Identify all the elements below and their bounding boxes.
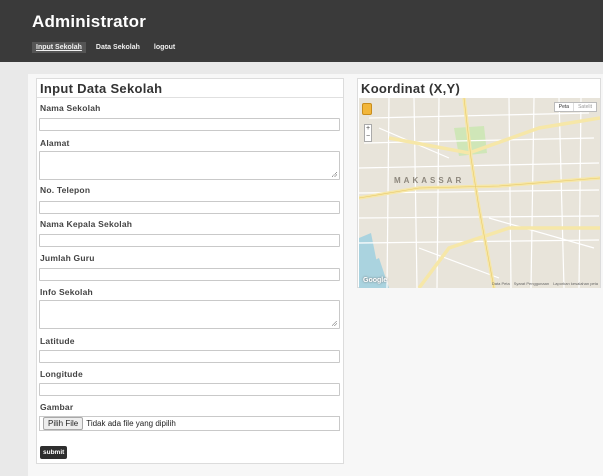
- nama-kepala-input[interactable]: [39, 234, 340, 247]
- zoom-control[interactable]: + −: [364, 124, 372, 142]
- google-logo: Google: [363, 277, 388, 284]
- map-tiles: [359, 98, 600, 288]
- main-nav: Input Sekolah Data Sekolah logout: [32, 42, 179, 53]
- zoom-in-button[interactable]: +: [365, 125, 371, 133]
- jumlah-guru-input[interactable]: [39, 268, 340, 281]
- form-panel: Input Data Sekolah Nama Sekolah Alamat N…: [36, 78, 344, 464]
- map-type-peta[interactable]: Peta: [555, 103, 573, 111]
- no-telepon-input[interactable]: [39, 201, 340, 214]
- label-nama-kepala: Nama Kepala Sekolah: [40, 219, 133, 229]
- label-info-sekolah: Info Sekolah: [40, 287, 93, 297]
- nav-input-sekolah[interactable]: Input Sekolah: [32, 42, 86, 53]
- choose-file-button[interactable]: Pilih File: [43, 417, 84, 430]
- map-view[interactable]: MAKASSAR + − Peta Satelit Google Data Pe…: [359, 98, 600, 288]
- form-title: Input Data Sekolah: [40, 81, 163, 96]
- gambar-file-input[interactable]: Pilih File Tidak ada file yang dipilih: [39, 416, 340, 431]
- latitude-input[interactable]: [39, 350, 340, 363]
- submit-button[interactable]: submit: [40, 446, 68, 459]
- map-report-link[interactable]: Laporkan kesalahan peta: [553, 281, 598, 286]
- label-alamat: Alamat: [40, 138, 70, 148]
- map-footer: Data Peta Syarat Penggunaan Laporkan kes…: [492, 281, 598, 286]
- label-longitude: Longitude: [40, 369, 83, 379]
- file-status-text: Tidak ada file yang dipilih: [86, 419, 176, 428]
- top-bar: Administrator Input Sekolah Data Sekolah…: [0, 0, 603, 62]
- label-no-telepon: No. Telepon: [40, 185, 91, 195]
- label-latitude: Latitude: [40, 336, 75, 346]
- map-panel: Koordinat (X,Y) MAKASSAR + − Peta Sateli…: [357, 78, 601, 288]
- zoom-out-button[interactable]: −: [365, 133, 371, 141]
- map-type-satelit[interactable]: Satelit: [573, 103, 596, 111]
- map-title: Koordinat (X,Y): [361, 81, 461, 96]
- nav-data-sekolah[interactable]: Data Sekolah: [92, 42, 144, 53]
- alamat-textarea[interactable]: [39, 151, 340, 180]
- map-terms-link[interactable]: Syarat Penggunaan: [514, 281, 549, 286]
- longitude-input[interactable]: [39, 383, 340, 396]
- info-sekolah-textarea[interactable]: [39, 300, 340, 329]
- pegman-icon[interactable]: [362, 103, 372, 115]
- map-data-link[interactable]: Data Peta: [492, 281, 510, 286]
- label-jumlah-guru: Jumlah Guru: [40, 253, 95, 263]
- label-nama-sekolah: Nama Sekolah: [40, 103, 101, 113]
- app-title: Administrator: [32, 12, 147, 31]
- nav-logout[interactable]: logout: [150, 42, 179, 53]
- map-type-control[interactable]: Peta Satelit: [553, 102, 597, 112]
- form-title-divider: [37, 97, 343, 98]
- nama-sekolah-input[interactable]: [39, 118, 340, 131]
- map-city-label: MAKASSAR: [394, 176, 465, 185]
- label-gambar: Gambar: [40, 402, 74, 412]
